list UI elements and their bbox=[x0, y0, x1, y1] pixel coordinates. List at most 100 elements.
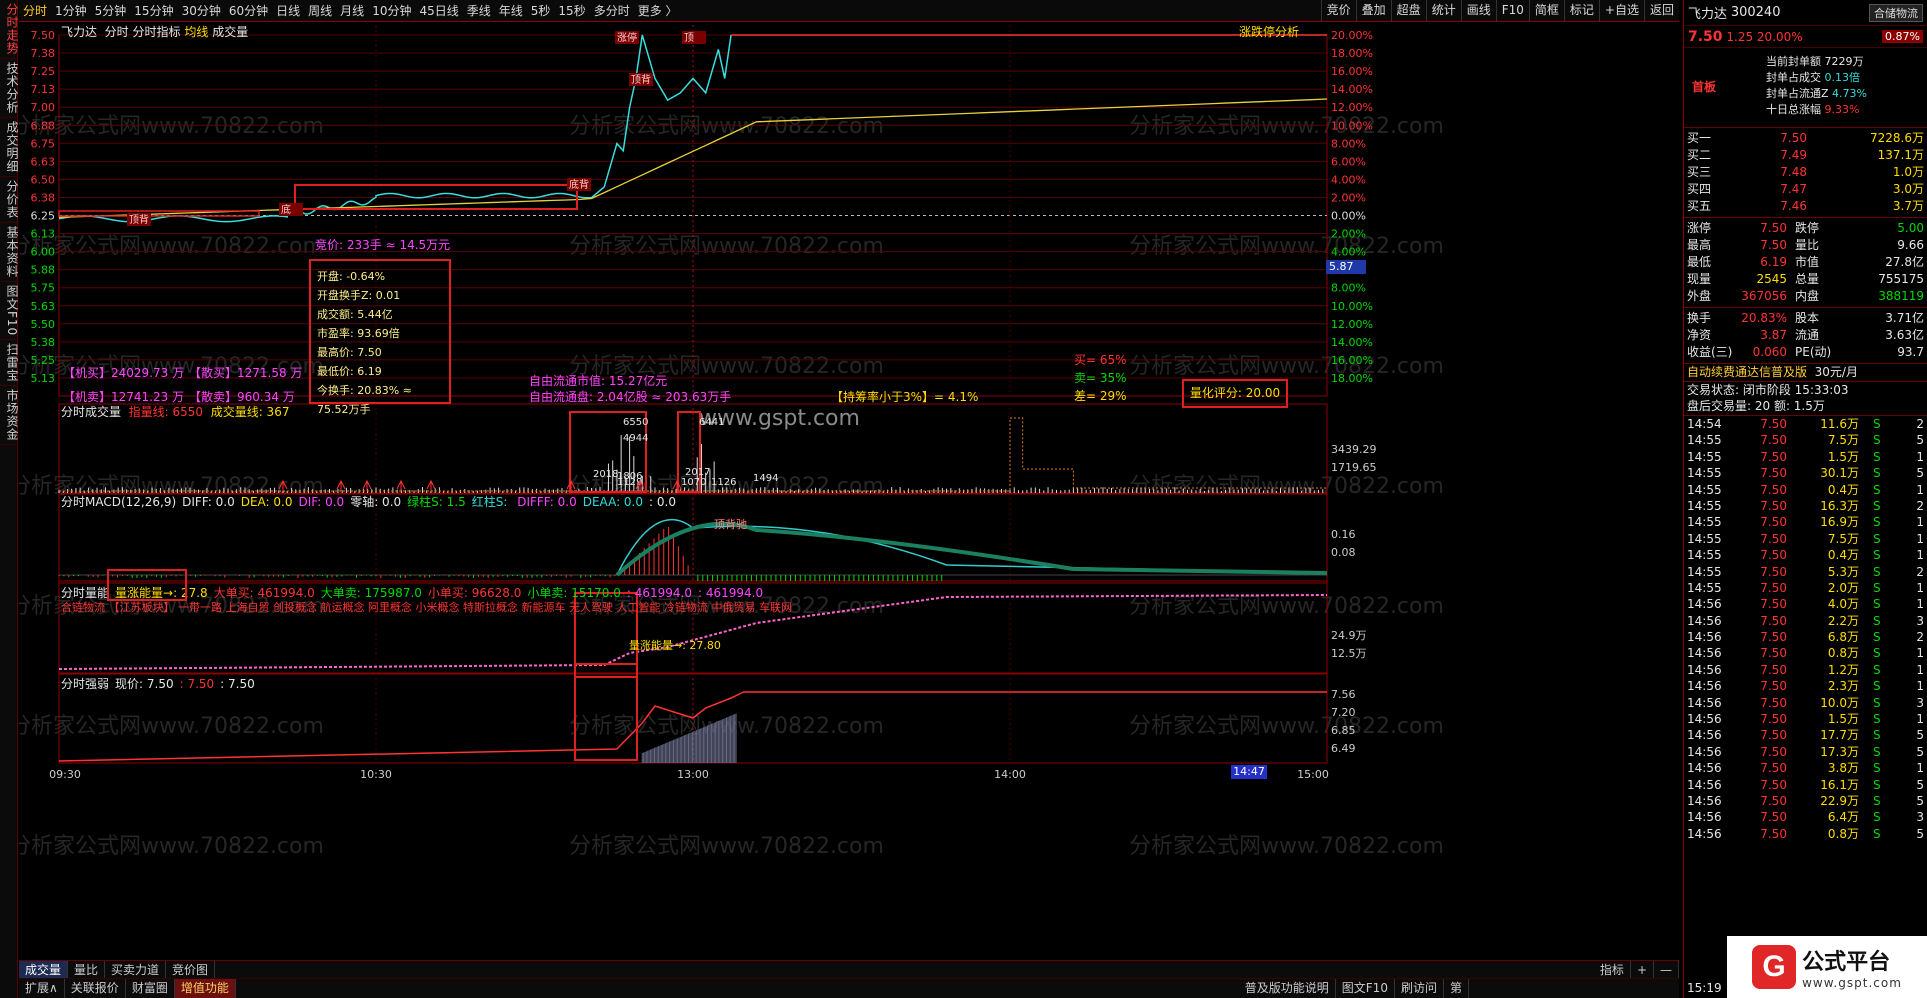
toolbar-btn-1[interactable]: 叠加 bbox=[1356, 0, 1391, 22]
bottom-tab-1[interactable]: 量比 bbox=[68, 961, 105, 978]
strength-item-1: : 7.50 bbox=[180, 677, 215, 691]
stat-label-1: 现量 bbox=[1687, 271, 1735, 288]
jimai-label: 【机买】24029.73 万 bbox=[63, 364, 184, 381]
period-10[interactable]: 45日线 bbox=[415, 0, 462, 22]
period-6[interactable]: 日线 bbox=[272, 0, 304, 22]
toolbar-btn-5[interactable]: F10 bbox=[1496, 0, 1529, 22]
period-toolbar: 分时 1分钟 5分钟 15分钟 30分钟 60分钟 日线 周线 月线 10分钟 45日线 季线 年线 5秒… bbox=[19, 0, 1679, 22]
left-tab-5[interactable]: 图文F10 bbox=[0, 282, 18, 340]
bottom-tab-0[interactable]: 成交量 bbox=[19, 961, 68, 978]
watermark-text: 分析家公式网www.70822.com bbox=[1129, 474, 1444, 499]
period-8[interactable]: 月线 bbox=[336, 0, 368, 22]
period-4[interactable]: 30分钟 bbox=[178, 0, 225, 22]
toolbar-btn-8[interactable]: +自选 bbox=[1599, 0, 1644, 22]
ob-volume: 7228.6万 bbox=[1870, 130, 1924, 147]
status-link-0[interactable]: 普及版功能说明 bbox=[1239, 979, 1336, 998]
limit-analysis-label[interactable]: 涨跌停分析 bbox=[1239, 23, 1299, 40]
left-tab-3[interactable]: 分价表 bbox=[0, 177, 18, 223]
left-tab-4[interactable]: 基本资料 bbox=[0, 223, 18, 282]
tick-count: 5 bbox=[1916, 826, 1924, 842]
tick-time: 14:56 bbox=[1687, 662, 1737, 678]
tick-volume: 16.9万 bbox=[1787, 514, 1859, 530]
left-tab-1[interactable]: 技术分析 bbox=[0, 59, 18, 118]
period-11[interactable]: 季线 bbox=[463, 0, 495, 22]
tick-volume: 10.0万 bbox=[1787, 695, 1859, 711]
signal-marker: 顶 bbox=[684, 32, 694, 44]
watermark-text: 分析家公式网www.70822.com bbox=[1129, 714, 1444, 739]
bottom-btn-2[interactable]: — bbox=[1654, 961, 1679, 978]
toolbar-btn-6[interactable]: 简框 bbox=[1529, 0, 1564, 22]
period-16[interactable]: 更多 〉 bbox=[634, 0, 682, 22]
tick-price: 7.50 bbox=[1737, 826, 1787, 842]
status-link-3[interactable]: 第 bbox=[1444, 979, 1469, 998]
toolbar-btn-4[interactable]: 画线 bbox=[1461, 0, 1496, 22]
ext-tab-1[interactable]: 关联报价 bbox=[65, 979, 126, 998]
pct-axis-label: 14.00% bbox=[1331, 336, 1373, 349]
ext-tab-3[interactable]: 增值功能 bbox=[175, 979, 236, 998]
bottom-btn-0[interactable]: 指标 bbox=[1594, 961, 1631, 978]
period-12[interactable]: 年线 bbox=[495, 0, 527, 22]
macd-item-6: DIFFF: 0.0 bbox=[517, 495, 577, 509]
tick-row: 14:56 7.50 16.1万 S 5 bbox=[1684, 777, 1927, 793]
watermark-text: 分析家公式网www.70822.com bbox=[19, 234, 324, 259]
toolbar-btn-3[interactable]: 统计 bbox=[1426, 0, 1461, 22]
info-line-4: 最高价: 7.50 bbox=[317, 343, 443, 362]
tick-volume: 1.5万 bbox=[1787, 449, 1859, 465]
ob-label: 买二 bbox=[1687, 147, 1747, 164]
stat-value-2: 3.71亿 bbox=[1885, 310, 1924, 327]
seal-amount-value: 7229万 bbox=[1825, 55, 1864, 68]
bottom-tab-2[interactable]: 买卖力道 bbox=[105, 961, 166, 978]
tick-side: S bbox=[1873, 482, 1881, 498]
tick-list[interactable]: 14:54 7.50 11.6万 S 2 14:55 7.50 7.5万 S 5 14:55 7.50… bbox=[1684, 415, 1927, 842]
status-link-2[interactable]: 刷访问 bbox=[1395, 979, 1444, 998]
left-tab-6[interactable]: 扫雷宝 bbox=[0, 340, 18, 386]
price-axis-label: 5.25 bbox=[31, 354, 56, 367]
tick-side: S bbox=[1873, 826, 1881, 842]
tick-time: 14:56 bbox=[1687, 645, 1737, 661]
tick-price: 7.50 bbox=[1737, 662, 1787, 678]
period-0[interactable]: 分时 bbox=[19, 0, 51, 22]
toolbar-btn-0[interactable]: 竞价 bbox=[1321, 0, 1356, 22]
tick-count: 1 bbox=[1916, 482, 1924, 498]
macd-axis-label: 0.08 bbox=[1331, 546, 1356, 559]
period-14[interactable]: 15秒 bbox=[554, 0, 589, 22]
ext-tab-2[interactable]: 财富圈 bbox=[126, 979, 175, 998]
period-7[interactable]: 周线 bbox=[304, 0, 336, 22]
stat-label-2: 股本 bbox=[1795, 310, 1839, 327]
tick-volume: 6.4万 bbox=[1787, 809, 1859, 825]
tick-side: S bbox=[1873, 629, 1881, 645]
left-tab-0[interactable]: 分时走势 bbox=[0, 0, 18, 59]
toolbar-btn-2[interactable]: 超盘 bbox=[1391, 0, 1426, 22]
title-indicator[interactable]: 分时指标 bbox=[133, 25, 181, 39]
bottom-tab-3[interactable]: 竞价图 bbox=[166, 961, 215, 978]
ext-tab-0[interactable]: 扩展∧ bbox=[19, 979, 65, 998]
info-box: 开盘: -0.64% 开盘换手Z: 0.01 成交额: 5.44亿 市盈率: 93.6… bbox=[309, 259, 451, 404]
status-link-1[interactable]: 图文F10 bbox=[1336, 979, 1395, 998]
tick-price: 7.50 bbox=[1737, 482, 1787, 498]
tick-side: S bbox=[1873, 531, 1881, 547]
toolbar-btn-9[interactable]: 返回 bbox=[1644, 0, 1679, 22]
period-15[interactable]: 多分时 bbox=[590, 0, 634, 22]
period-13[interactable]: 5秒 bbox=[527, 0, 555, 22]
left-tab-7[interactable]: 市场资金 bbox=[0, 386, 18, 445]
promo-row[interactable]: 自动续费通达信普及版 30元/月 bbox=[1684, 364, 1927, 381]
tick-time: 14:55 bbox=[1687, 465, 1737, 481]
period-1[interactable]: 1分钟 bbox=[51, 0, 91, 22]
period-2[interactable]: 5分钟 bbox=[91, 0, 131, 22]
price-axis-label: 6.63 bbox=[31, 155, 56, 168]
price-axis-label: 7.25 bbox=[31, 65, 56, 78]
order-book-row: 买一 7.50 7228.6万 bbox=[1684, 130, 1927, 147]
volume-bar-label: 4944 bbox=[623, 433, 648, 444]
sector-button[interactable]: 合储物流 bbox=[1869, 4, 1923, 22]
period-9[interactable]: 10分钟 bbox=[368, 0, 415, 22]
period-3[interactable]: 15分钟 bbox=[130, 0, 177, 22]
period-5[interactable]: 60分钟 bbox=[225, 0, 272, 22]
tick-side: S bbox=[1873, 547, 1881, 563]
toolbar-btn-7[interactable]: 标记 bbox=[1564, 0, 1599, 22]
left-tab-2[interactable]: 成交明细 bbox=[0, 118, 18, 177]
bottom-btn-1[interactable]: + bbox=[1631, 961, 1654, 978]
tick-volume: 7.5万 bbox=[1787, 432, 1859, 448]
intraday-chart-area[interactable]: 分析家公式网www.70822.com 分析家公式网www.70822.com 分析… bbox=[19, 23, 1679, 943]
tick-side: S bbox=[1873, 645, 1881, 661]
tick-row: 14:55 7.50 16.9万 S 1 bbox=[1684, 514, 1927, 530]
